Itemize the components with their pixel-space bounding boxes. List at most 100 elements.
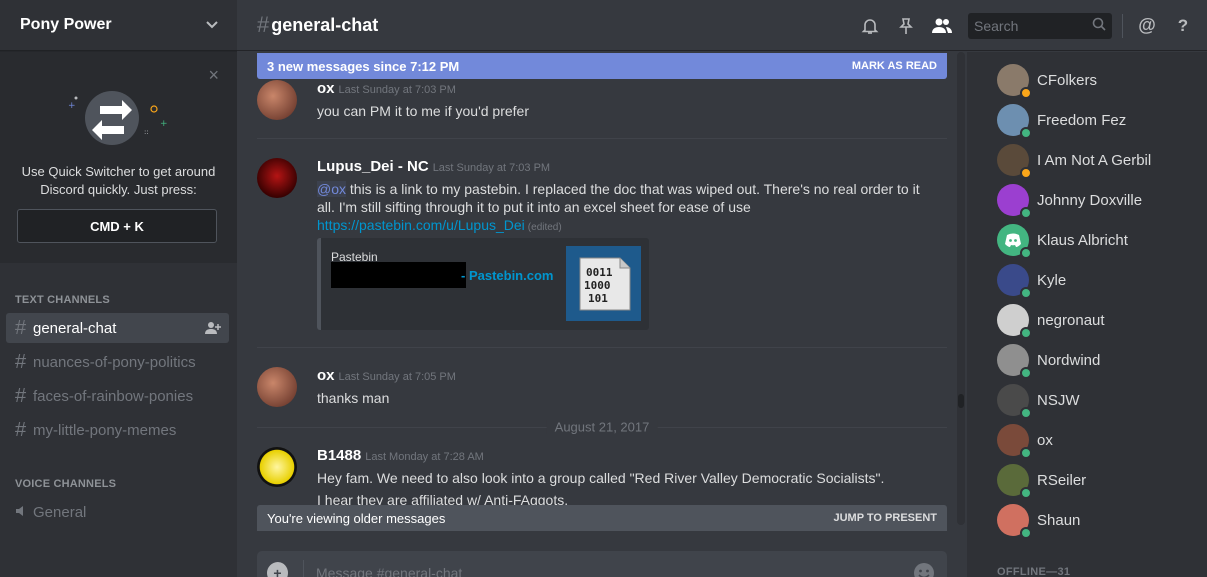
username[interactable]: B1488	[317, 447, 361, 464]
member-name: Kyle	[1037, 271, 1067, 289]
hash-icon: #	[15, 350, 27, 373]
timestamp: Last Monday at 7:28 AM	[365, 451, 484, 463]
channel-nuances-of-pony-politics[interactable]: # nuances-of-pony-politics	[6, 347, 229, 377]
jump-to-present-button[interactable]: JUMP TO PRESENT	[833, 512, 937, 524]
avatar[interactable]	[257, 80, 297, 120]
avatar	[997, 264, 1032, 299]
channel-general-chat[interactable]: # general-chat	[6, 313, 229, 343]
avatar[interactable]	[257, 158, 297, 198]
channel-label: General	[33, 503, 87, 521]
chat-scrollbar[interactable]	[957, 52, 965, 525]
member-item[interactable]: Johnny Doxville	[997, 180, 1142, 220]
redaction-block	[331, 262, 466, 288]
member-name: Klaus Albricht	[1037, 231, 1128, 249]
pin-icon[interactable]	[894, 14, 918, 38]
members-icon[interactable]	[930, 14, 954, 38]
message-header: Lupus_Dei - NC Last Sunday at 7:03 PM	[317, 158, 550, 175]
avatar[interactable]	[257, 367, 297, 407]
member-item[interactable]: Shaun	[997, 500, 1080, 540]
user-mention[interactable]: @ox	[317, 181, 346, 197]
pastebin-thumbnail[interactable]: 0011 1000 101	[566, 246, 641, 321]
member-item[interactable]: negronaut	[997, 300, 1105, 340]
avatar	[997, 104, 1032, 139]
member-name: ox	[1037, 431, 1053, 449]
scrollbar-thumb[interactable]	[958, 394, 964, 408]
voice-channels-category[interactable]: VOICE CHANNELS	[15, 478, 116, 490]
message-header: ox Last Sunday at 7:05 PM	[317, 367, 456, 384]
member-item[interactable]: RSeiler	[997, 460, 1086, 500]
svg-text:1000: 1000	[584, 279, 611, 292]
message-header: B1488 Last Monday at 7:28 AM	[317, 447, 484, 464]
embed-title[interactable]: - Pastebin.com	[461, 268, 553, 283]
quick-switcher-shortcut-button[interactable]: CMD + K	[17, 209, 217, 243]
voice-channel-general[interactable]: General	[6, 497, 229, 527]
upload-plus-icon[interactable]: +	[267, 562, 289, 577]
channel-header: # general-chat Search @ ?	[237, 0, 1207, 51]
new-messages-bar[interactable]: 3 new messages since 7:12 PM MARK AS REA…	[257, 53, 947, 79]
username[interactable]: ox	[317, 80, 335, 97]
bell-icon[interactable]	[858, 14, 882, 38]
older-messages-text: You're viewing older messages	[267, 510, 446, 526]
speaker-icon	[15, 505, 27, 520]
status-indicator	[1020, 447, 1032, 459]
edited-label: (edited)	[527, 222, 562, 233]
member-name: Nordwind	[1037, 351, 1101, 369]
message-divider	[257, 347, 947, 348]
message: B1488 Last Monday at 7:28 AM Hey fam. We …	[257, 447, 947, 508]
header-toolbar: Search @ ?	[852, 0, 1207, 51]
member-name: Johnny Doxville	[1037, 191, 1143, 209]
member-item[interactable]: Freedom Fez	[997, 100, 1126, 140]
search-input[interactable]: Search	[968, 12, 1112, 39]
mark-as-read-button[interactable]: MARK AS READ	[852, 60, 937, 72]
hash-icon: #	[15, 316, 27, 339]
chevron-down-icon[interactable]	[205, 18, 219, 32]
mention-icon[interactable]: @	[1135, 14, 1159, 38]
channel-faces-of-rainbow-ponies[interactable]: # faces-of-rainbow-ponies	[6, 381, 229, 411]
status-indicator	[1020, 527, 1032, 539]
status-indicator	[1020, 327, 1032, 339]
status-indicator	[1020, 487, 1032, 499]
member-item[interactable]: ox	[997, 420, 1053, 460]
message-composer[interactable]: + Message #general-chat	[257, 551, 947, 577]
add-user-icon[interactable]	[205, 321, 221, 339]
member-item[interactable]: Kyle	[997, 260, 1066, 300]
member-name: negronaut	[1037, 311, 1105, 329]
composer-placeholder: Message #general-chat	[316, 565, 463, 577]
date-separator: August 21, 2017	[257, 419, 947, 435]
help-icon[interactable]: ?	[1171, 14, 1195, 38]
member-item[interactable]: Nordwind	[997, 340, 1100, 380]
channel-label: nuances-of-pony-politics	[33, 353, 196, 371]
pastebin-link[interactable]: https://pastebin.com/u/Lupus_Dei	[317, 217, 525, 233]
svg-text:101: 101	[588, 292, 608, 305]
username[interactable]: Lupus_Dei - NC	[317, 158, 429, 175]
avatar[interactable]	[257, 447, 297, 487]
header-divider	[1122, 13, 1123, 38]
channel-my-little-pony-memes[interactable]: # my-little-pony-memes	[6, 415, 229, 445]
member-item[interactable]: NSJW	[997, 380, 1080, 420]
text-channels-category[interactable]: TEXT CHANNELS	[15, 294, 110, 306]
close-icon[interactable]: ×	[208, 66, 219, 84]
link-embed: Pastebin - Pastebin.com 0011 1000 101	[317, 238, 649, 330]
member-item[interactable]: I Am Not A Gerbil	[997, 140, 1151, 180]
discord-logo-icon	[997, 224, 1032, 259]
quick-switcher-illustration-icon: + + ::	[62, 82, 172, 162]
username[interactable]: ox	[317, 367, 335, 384]
older-messages-bar[interactable]: You're viewing older messages JUMP TO PR…	[257, 505, 947, 531]
status-indicator	[1020, 87, 1032, 99]
emoji-icon[interactable]	[913, 562, 935, 577]
channel-label: faces-of-rainbow-ponies	[33, 387, 194, 405]
timestamp: Last Sunday at 7:03 PM	[338, 84, 456, 96]
svg-text:+: +	[68, 101, 76, 111]
message: ox Last Sunday at 7:03 PM you can PM it t…	[257, 80, 947, 140]
member-item[interactable]: Klaus Albricht	[997, 220, 1128, 260]
guild-header[interactable]: Pony Power	[0, 0, 237, 51]
member-name: I Am Not A Gerbil	[1037, 151, 1152, 169]
status-indicator	[1020, 207, 1032, 219]
svg-text:::: ::	[144, 128, 149, 136]
avatar	[997, 424, 1032, 459]
message-list[interactable]: 3 new messages since 7:12 PM MARK AS REA…	[237, 52, 965, 577]
quick-switcher-text: Use Quick Switcher to get around Discord…	[21, 164, 216, 197]
message-text: @ox this is a link to my pastebin. I rep…	[317, 180, 927, 237]
member-item[interactable]: CFolkers	[997, 60, 1097, 100]
status-indicator	[1020, 367, 1032, 379]
